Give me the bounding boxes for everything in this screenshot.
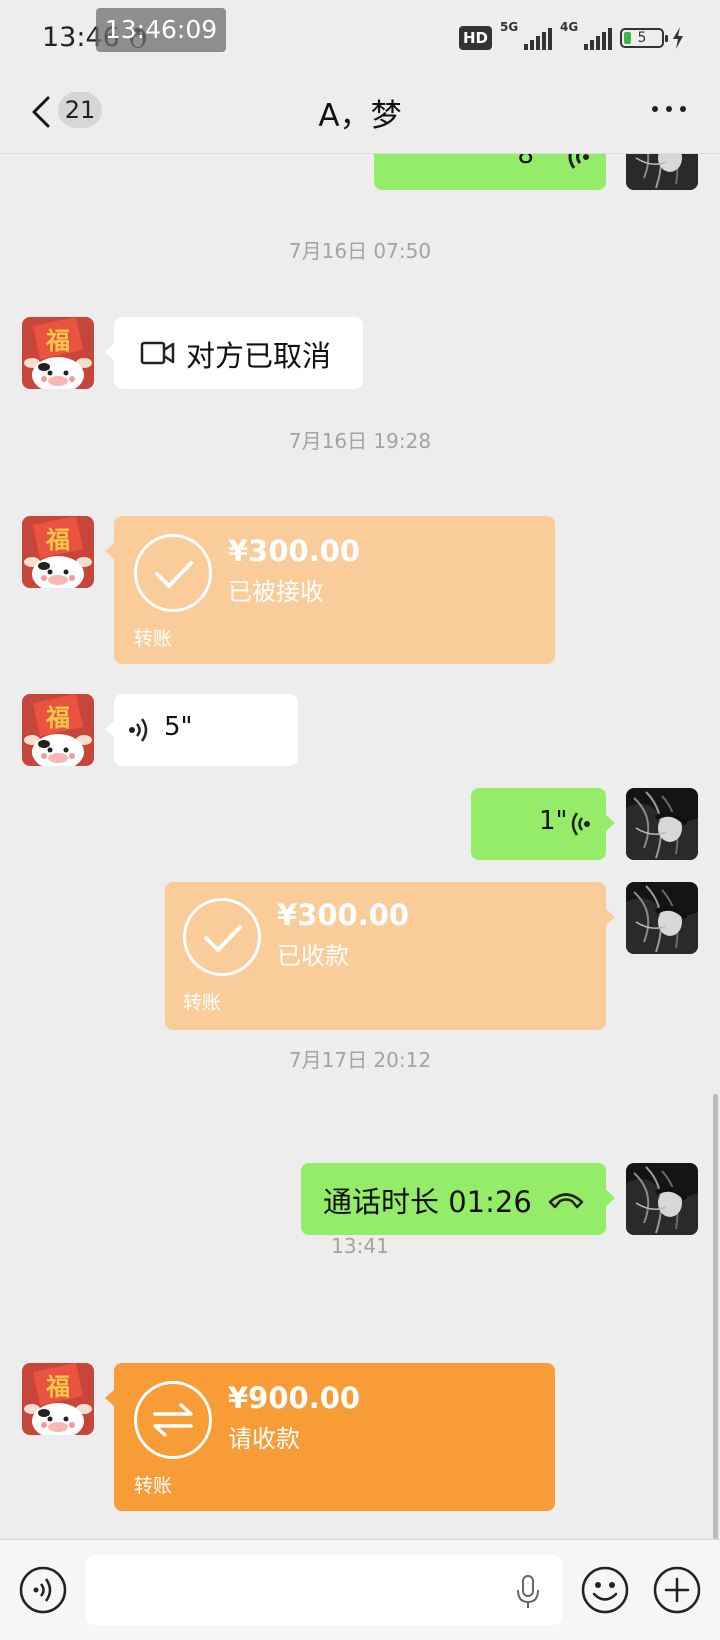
phone-hangup-icon: [548, 1193, 584, 1209]
voice-duration: 1": [539, 806, 568, 836]
status-bar: 13:46 13:46:09 HD 5G 4G 5: [0, 0, 720, 72]
avatar-self[interactable]: [626, 882, 698, 954]
voice-message-contact[interactable]: 5": [105, 694, 298, 766]
signal-icon: 5G: [500, 20, 552, 52]
status-indicators: HD 5G 4G 5: [458, 20, 684, 54]
transfer-label: 转账: [134, 1475, 173, 1497]
avatar-contact[interactable]: [22, 317, 94, 389]
transfer-status: 请收款: [228, 1425, 300, 1453]
screenshot-time-overlay: 13:46:09: [96, 8, 226, 52]
transfer-amount: ¥900.00: [228, 1381, 361, 1415]
avatar-self[interactable]: [626, 1163, 698, 1235]
voice-duration: 5": [164, 712, 193, 742]
scrollbar[interactable]: [713, 1094, 718, 1539]
voice-message-self[interactable]: 1": [471, 788, 615, 860]
avatar-self[interactable]: [626, 788, 698, 860]
transfer-amount: ¥300.00: [277, 898, 410, 932]
transfer-message-pending[interactable]: ¥900.00 请收款 转账: [105, 1363, 555, 1511]
transfer-message[interactable]: ¥300.00 已被接收 转账: [105, 516, 555, 664]
transfer-label: 转账: [183, 992, 222, 1014]
avatar-contact[interactable]: [22, 694, 94, 766]
input-bar: [0, 1539, 720, 1640]
call-duration-message[interactable]: 通话时长 01:26: [301, 1163, 615, 1235]
timestamp: 7月16日 07:50: [288, 239, 432, 263]
voice-wave-icon: [571, 812, 590, 836]
check-icon: [183, 898, 261, 976]
microphone-icon[interactable]: [514, 1574, 542, 1610]
emoji-icon[interactable]: [580, 1565, 630, 1615]
battery-icon: 5: [620, 28, 668, 48]
timestamp: 7月17日 20:12: [288, 1048, 432, 1072]
avatar-contact[interactable]: [22, 516, 94, 588]
charging-icon: [673, 27, 683, 49]
timestamp: 13:41: [331, 1234, 389, 1258]
avatar-self[interactable]: [626, 154, 698, 190]
avatar-contact[interactable]: [22, 1363, 94, 1435]
chat-title: A，梦: [318, 98, 402, 134]
voice-wave-icon: [129, 718, 148, 742]
transfer-status: 已被接收: [228, 578, 324, 606]
timestamp: 7月16日 19:28: [288, 429, 432, 453]
video-call-message[interactable]: 对方已取消: [105, 317, 363, 389]
signal-icon: 4G: [560, 20, 612, 52]
video-camera-icon: [140, 341, 175, 365]
voice-mode-icon[interactable]: [18, 1565, 68, 1615]
transfer-arrows-icon: [134, 1381, 212, 1459]
message-list[interactable]: 8" 7月16日 07:50 对方已取消 7月16日 19:28 ¥300.00…: [0, 154, 720, 1539]
chat-header: 21 A，梦: [0, 72, 720, 154]
check-icon: [134, 534, 212, 612]
call-duration-text: 通话时长 01:26: [323, 1185, 532, 1219]
transfer-label: 转账: [134, 628, 173, 650]
transfer-amount: ¥300.00: [228, 534, 361, 568]
plus-icon[interactable]: [652, 1565, 702, 1615]
voice-wave-icon: [568, 154, 589, 169]
voice-message-self[interactable]: 8": [374, 154, 606, 190]
message-input[interactable]: [86, 1555, 562, 1625]
video-call-text: 对方已取消: [186, 339, 332, 373]
transfer-status: 已收款: [277, 942, 349, 970]
transfer-message[interactable]: ¥300.00 已收款 转账: [165, 882, 615, 1030]
more-dots-icon[interactable]: [652, 106, 686, 116]
voice-duration: 8": [517, 154, 546, 170]
hd-badge: HD: [458, 26, 492, 50]
